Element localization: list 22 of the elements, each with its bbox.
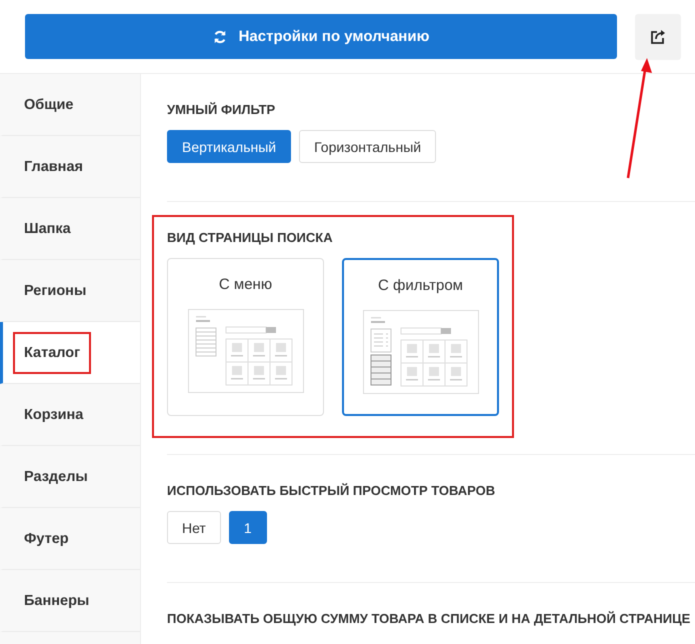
option-button[interactable]: Горизонтальный	[299, 130, 436, 163]
layout-option-card[interactable]: С меню	[167, 258, 324, 416]
sidebar-item[interactable]: Общие	[0, 74, 140, 136]
section-title: УМНЫЙ ФИЛЬТР	[167, 102, 276, 117]
share-button[interactable]	[635, 14, 681, 60]
sidebar-item[interactable]: Каталог	[0, 322, 140, 384]
refresh-icon	[212, 30, 227, 44]
sidebar-item[interactable]: Шапка	[0, 198, 140, 260]
section-title: ИСПОЛЬЗОВАТЬ БЫСТРЫЙ ПРОСМОТР ТОВАРОВ	[167, 483, 496, 498]
section-title: ПОКАЗЫВАТЬ ОБЩУЮ СУММУ ТОВАРА В СПИСКЕ И НА ДЕТАЛЬНОЙ СТРАНИЦЕ	[167, 611, 690, 626]
reset-settings-button[interactable]: Настройки по умолчанию	[25, 14, 617, 59]
layout-option-card[interactable]: С фильтром	[342, 258, 499, 416]
sidebar-item[interactable]: Корзина	[0, 384, 140, 446]
sidebar-item[interactable]: Главная	[0, 136, 140, 198]
option-button[interactable]: Вертикальный	[167, 130, 292, 163]
sidebar-item[interactable]: Баннеры	[0, 570, 140, 632]
section-title: ВИД СТРАНИЦЫ ПОИСКА	[167, 230, 334, 245]
share-icon	[650, 29, 666, 44]
option-button[interactable]: Нет	[167, 511, 221, 544]
sidebar-item[interactable]: Футер	[0, 508, 140, 570]
option-button[interactable]: 1	[228, 511, 267, 544]
sidebar-item[interactable]: Разделы	[0, 446, 140, 508]
